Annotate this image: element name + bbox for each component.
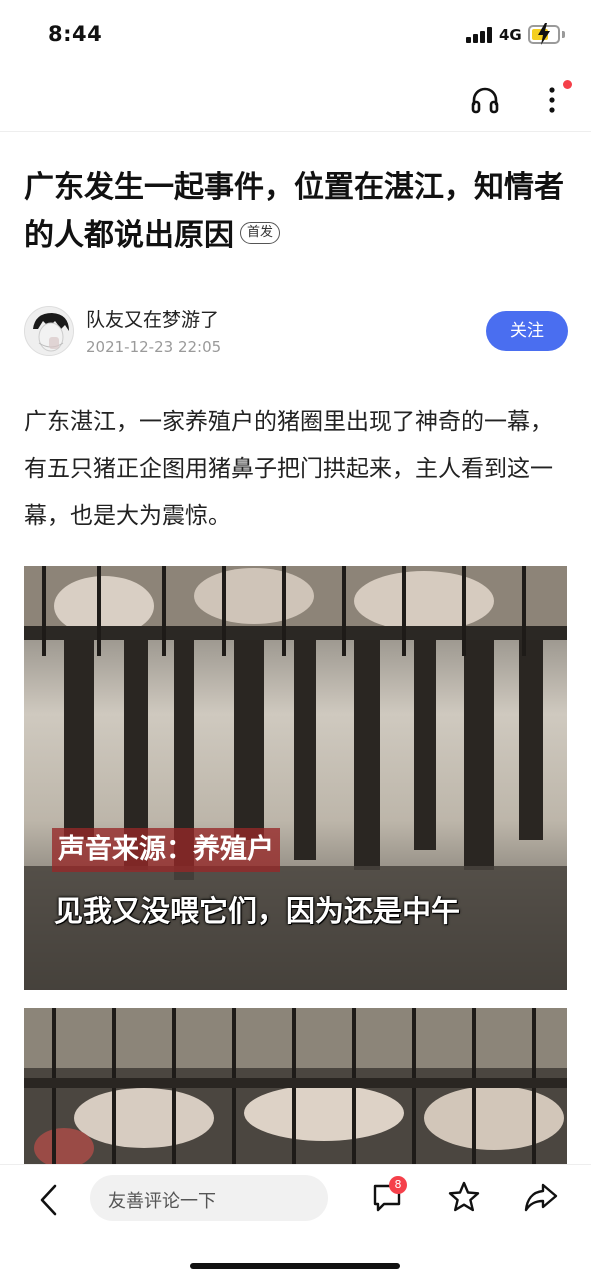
caption-line: 见我又没喂它们，因为还是中午 bbox=[54, 894, 461, 928]
network-label: 4G bbox=[499, 26, 522, 44]
avatar-image bbox=[25, 307, 73, 355]
comment-count-badge: 8 bbox=[389, 1176, 407, 1194]
article-title-text: 广东发生一起事件，位置在湛江，知情者的人都说出原因 bbox=[24, 170, 564, 253]
publish-time: 2021-12-23 22:05 bbox=[86, 338, 222, 356]
bottom-bar: 友善评论一下 8 bbox=[0, 1164, 591, 1280]
share-icon[interactable] bbox=[523, 1180, 559, 1214]
headphones-icon[interactable] bbox=[469, 84, 501, 116]
article-body: 广东湛江，一家养殖户的猪圈里出现了神奇的一幕，有五只猪正企图用猪鼻子把门拱起来，… bbox=[24, 409, 553, 529]
article-image[interactable] bbox=[24, 1008, 567, 1168]
avatar[interactable] bbox=[24, 306, 74, 356]
status-bar: 8:44 4G bbox=[0, 0, 591, 70]
status-time: 8:44 bbox=[48, 22, 103, 46]
pigpen-photo bbox=[24, 1008, 567, 1168]
charging-bolt-icon bbox=[538, 23, 550, 45]
article-title: 广东发生一起事件，位置在湛江，知情者的人都说出原因 首发 bbox=[24, 164, 572, 260]
home-indicator bbox=[190, 1263, 400, 1269]
back-icon[interactable] bbox=[36, 1183, 62, 1217]
comment-placeholder: 友善评论一下 bbox=[108, 1191, 216, 1212]
notification-dot bbox=[563, 80, 572, 89]
follow-button[interactable]: 关注 bbox=[486, 311, 568, 351]
first-publish-badge: 首发 bbox=[240, 221, 281, 244]
more-icon[interactable] bbox=[540, 82, 564, 118]
author-row: 队友又在梦游了 2021-12-23 22:05 关注 bbox=[24, 302, 568, 364]
top-nav bbox=[0, 70, 591, 132]
signal-icon bbox=[466, 27, 494, 43]
article-image[interactable]: 声音来源：养殖户 见我又没喂它们，因为还是中午 bbox=[24, 566, 567, 990]
author-name[interactable]: 队友又在梦游了 bbox=[86, 305, 219, 332]
caption-source: 声音来源：养殖户 bbox=[52, 828, 280, 872]
comment-input[interactable]: 友善评论一下 bbox=[90, 1175, 328, 1221]
star-icon[interactable] bbox=[447, 1180, 481, 1214]
